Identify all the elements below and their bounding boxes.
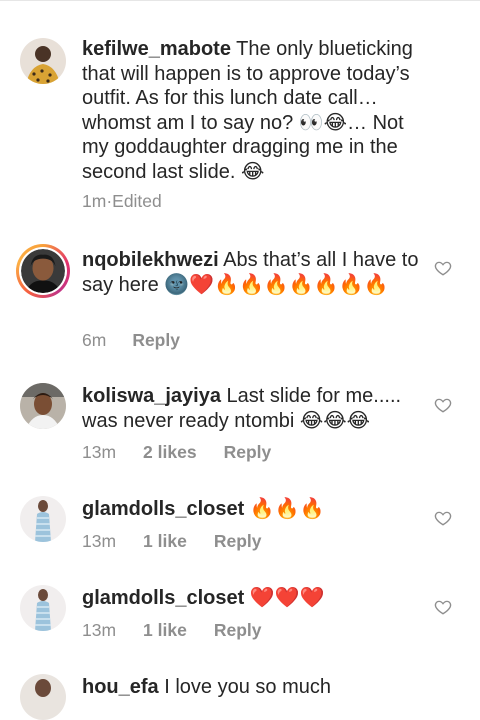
reply-button[interactable]: Reply (224, 442, 272, 463)
avatar-image (20, 496, 66, 542)
comment-body: 🔥🔥🔥 (244, 498, 325, 520)
avatar[interactable] (20, 674, 66, 720)
avatar[interactable] (20, 585, 66, 631)
comment-body: I love you so much (158, 676, 331, 698)
reply-button[interactable]: Reply (132, 330, 180, 351)
reply-button[interactable]: Reply (214, 620, 262, 641)
comment-edited-label: Edited (112, 191, 162, 211)
avatar-ring-inner (19, 247, 67, 295)
comment-time: 13m (82, 531, 117, 551)
avatar-with-story-ring[interactable] (16, 244, 70, 298)
comment-meta: 6m Reply (82, 330, 180, 351)
comment-username[interactable]: hou_efa (82, 676, 159, 698)
comment-time: 6m (82, 330, 107, 350)
avatar-image (20, 674, 66, 720)
comment-text: nqobilekhwezi Abs that’s all I have to s… (82, 248, 432, 297)
avatar-image (21, 249, 65, 293)
top-divider (0, 0, 480, 1)
comment-time: 1m (82, 191, 107, 211)
heart-outline-icon[interactable] (434, 396, 452, 414)
heart-outline-icon[interactable] (434, 598, 452, 616)
reply-button[interactable]: Reply (214, 531, 262, 552)
avatar-image (20, 585, 66, 631)
likes-count[interactable]: 1 like (143, 531, 187, 552)
comment-username[interactable]: glamdolls_closet (82, 498, 244, 520)
avatar-image (20, 38, 66, 84)
comment-username[interactable]: koliswa_jayiya (82, 385, 221, 407)
comment-body: ❤️❤️❤️ (244, 587, 325, 609)
comment-text: koliswa_jayiya Last slide for me..... wa… (82, 384, 432, 433)
comment-meta: 13m 1 like Reply (82, 620, 262, 641)
avatar[interactable] (20, 383, 66, 429)
comment-meta: 1m · Edited (82, 191, 162, 212)
comment-time: 13m (82, 442, 117, 462)
avatar-image (20, 383, 66, 429)
comment-username[interactable]: glamdolls_closet (82, 587, 244, 609)
comment-text: glamdolls_closet 🔥🔥🔥 (82, 497, 432, 522)
avatar[interactable] (20, 496, 66, 542)
likes-count[interactable]: 2 likes (143, 442, 197, 463)
comment-text: glamdolls_closet ❤️❤️❤️ (82, 586, 432, 611)
comment-meta: 13m 1 like Reply (82, 531, 262, 552)
avatar (21, 249, 65, 293)
heart-outline-icon[interactable] (434, 509, 452, 527)
comment-username[interactable]: nqobilekhwezi (82, 249, 219, 271)
heart-outline-icon[interactable] (434, 259, 452, 277)
avatar[interactable] (20, 38, 66, 84)
comment-text: hou_efa I love you so much (82, 675, 432, 700)
comment-text: kefilwe_mabote The only blueticking that… (82, 37, 432, 184)
comment-username[interactable]: kefilwe_mabote (82, 38, 231, 60)
likes-count[interactable]: 1 like (143, 620, 187, 641)
comment-meta: 13m 2 likes Reply (82, 442, 271, 463)
comment-time: 13m (82, 620, 117, 640)
